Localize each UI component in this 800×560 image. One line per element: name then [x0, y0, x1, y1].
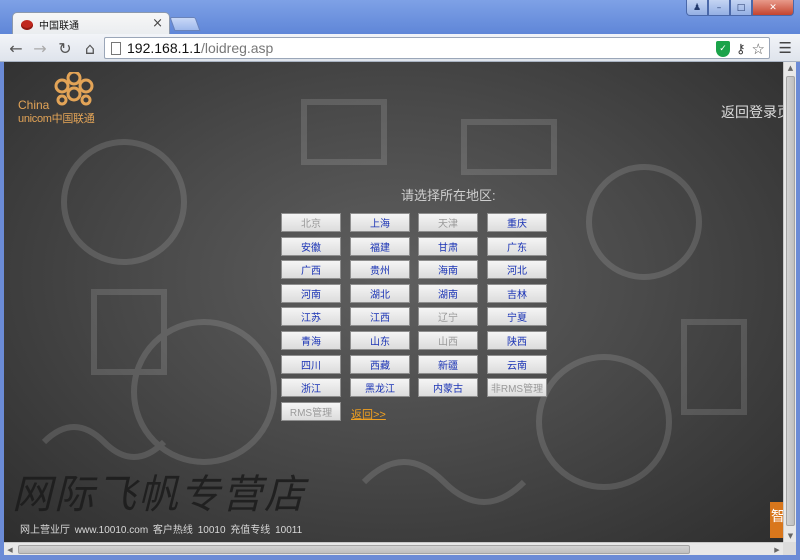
region-button[interactable]: 辽宁	[418, 307, 478, 326]
scroll-down-icon[interactable]: ▼	[785, 530, 796, 542]
region-button[interactable]: 甘肃	[418, 237, 478, 256]
scroll-corner	[783, 542, 796, 555]
new-tab-button[interactable]	[169, 17, 201, 31]
vertical-scrollbar[interactable]: ▲ ▼	[783, 62, 796, 542]
url-path: /loidreg.asp	[200, 40, 274, 56]
region-button[interactable]: 江西	[350, 307, 410, 326]
maximize-button[interactable]: □	[730, 0, 752, 16]
browser-toolbar: ← → ↻ ⌂ 192.168.1.1/loidreg.asp ✓ ⚷ ☆ ☰	[0, 34, 800, 62]
region-button[interactable]: 内蒙古	[418, 378, 478, 397]
region-button[interactable]: 河北	[487, 260, 547, 279]
region-button[interactable]: 非RMS管理	[487, 378, 547, 397]
page-icon	[111, 41, 121, 55]
region-button[interactable]: 福建	[350, 237, 410, 256]
logo-text-brand: unicom中国联通	[18, 113, 95, 125]
window-frame-bottom	[0, 555, 800, 560]
security-shield-icon[interactable]: ✓	[716, 41, 731, 57]
close-tab-icon[interactable]: ×	[152, 16, 163, 31]
region-button[interactable]: 广西	[281, 260, 341, 279]
region-button[interactable]: 河南	[281, 284, 341, 303]
region-button[interactable]: 山东	[350, 331, 410, 350]
region-button[interactable]: 云南	[487, 355, 547, 374]
region-button[interactable]: 黑龙江	[350, 378, 410, 397]
region-button[interactable]: 西藏	[350, 355, 410, 374]
region-button[interactable]: 贵州	[350, 260, 410, 279]
vertical-scroll-thumb[interactable]	[786, 76, 795, 526]
back-to-login-link[interactable]: 返回登录页	[721, 102, 783, 122]
region-button[interactable]: 湖北	[350, 284, 410, 303]
region-button[interactable]: 陕西	[487, 331, 547, 350]
region-button[interactable]: 吉林	[487, 284, 547, 303]
address-bar[interactable]: 192.168.1.1/loidreg.asp ✓ ⚷ ☆	[104, 37, 770, 59]
region-button[interactable]: 宁夏	[487, 307, 547, 326]
forward-arrow-icon[interactable]: →	[30, 38, 50, 58]
footer-contact: 网上营业厅 www.10010.com 客户热线 10010 充值专线 1001…	[20, 525, 303, 536]
page-viewport: China unicom中国联通 返回登录页 请选择所在地区: 北京上海天津重庆…	[4, 62, 783, 542]
region-button[interactable]: RMS管理	[281, 402, 341, 421]
unicom-favicon-icon	[21, 19, 33, 30]
region-button[interactable]: 安徽	[281, 237, 341, 256]
region-button[interactable]: 广东	[487, 237, 547, 256]
scroll-left-icon[interactable]: ◀	[4, 544, 16, 555]
url-host: 192.168.1.1	[127, 40, 201, 56]
region-button[interactable]: 浙江	[281, 378, 341, 397]
horizontal-scrollbar[interactable]: ◀ ▶	[4, 542, 783, 555]
store-watermark: 网际飞帆专营店	[12, 472, 306, 518]
reload-icon[interactable]: ↻	[55, 38, 75, 58]
bookmark-star-icon[interactable]: ☆	[752, 40, 765, 58]
tab-title: 中国联通	[39, 21, 79, 32]
scroll-up-icon[interactable]: ▲	[785, 62, 796, 74]
window-controls: ♟ – □ ✕	[686, 0, 794, 16]
region-button[interactable]: 海南	[418, 260, 478, 279]
region-button[interactable]: 上海	[350, 213, 410, 232]
return-link[interactable]: 返回>>	[351, 406, 386, 422]
region-button[interactable]: 江苏	[281, 307, 341, 326]
region-button[interactable]: 北京	[281, 213, 341, 232]
region-button[interactable]: 四川	[281, 355, 341, 374]
region-button[interactable]: 新疆	[418, 355, 478, 374]
browser-tab[interactable]: 中国联通 ×	[12, 12, 170, 36]
home-icon[interactable]: ⌂	[80, 38, 100, 58]
close-window-button[interactable]: ✕	[752, 0, 794, 16]
region-button[interactable]: 天津	[418, 213, 478, 232]
menu-icon[interactable]: ☰	[779, 39, 792, 57]
key-icon[interactable]: ⚷	[736, 42, 746, 57]
region-button[interactable]: 青海	[281, 331, 341, 350]
browser-titlebar: 中国联通 × ♟ – □ ✕	[0, 0, 800, 36]
minimize-button[interactable]: –	[708, 0, 730, 16]
region-button[interactable]: 湖南	[418, 284, 478, 303]
scroll-right-icon[interactable]: ▶	[771, 544, 783, 555]
region-button[interactable]: 山西	[418, 331, 478, 350]
corner-badge[interactable]: 智	[770, 502, 783, 538]
region-button[interactable]: 重庆	[487, 213, 547, 232]
horizontal-scroll-thumb[interactable]	[18, 545, 690, 554]
unicom-knot-icon	[54, 72, 94, 106]
region-prompt: 请选择所在地区:	[401, 188, 496, 203]
back-arrow-icon[interactable]: ←	[6, 38, 26, 58]
user-profile-button[interactable]: ♟	[686, 0, 708, 16]
